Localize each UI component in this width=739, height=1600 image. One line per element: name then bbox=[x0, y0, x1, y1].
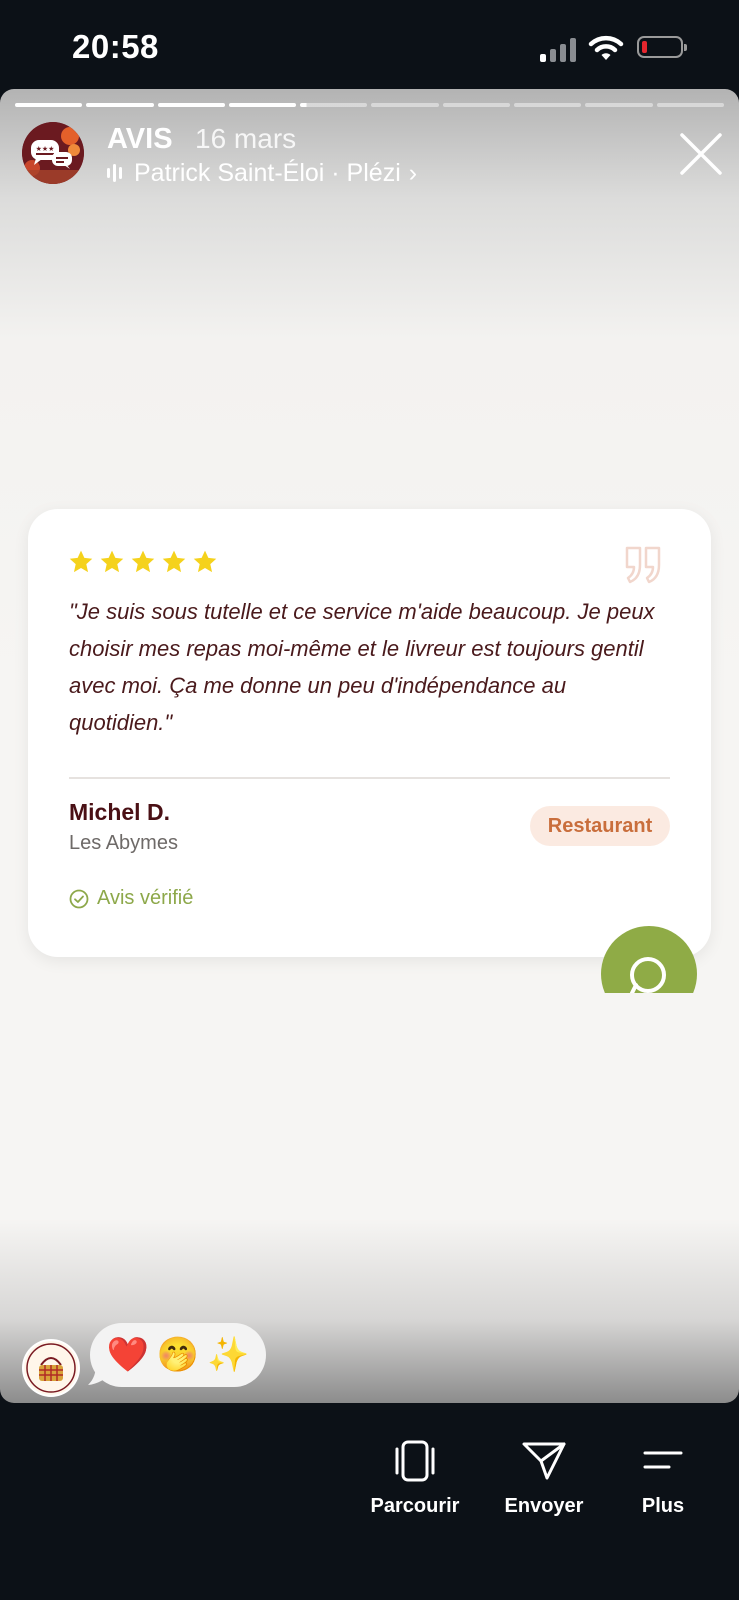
svg-text:★★★: ★★★ bbox=[36, 145, 55, 153]
reaction-bubble[interactable]: ❤️ 🤭 ✨ bbox=[90, 1323, 266, 1387]
more-label: Plus bbox=[641, 1495, 685, 1517]
battery-level bbox=[642, 41, 647, 53]
account-name[interactable]: AVIS bbox=[107, 123, 173, 156]
reviewer-name: Michel D. bbox=[69, 799, 170, 825]
progress-segment bbox=[585, 103, 653, 107]
battery-icon bbox=[637, 36, 687, 58]
check-circle-icon bbox=[69, 889, 89, 908]
bottom-nav: Parcourir Envoyer Plus bbox=[0, 1403, 739, 1600]
category-badge: Restaurant bbox=[530, 806, 670, 846]
music-label: Patrick Saint-Éloi · Plézi bbox=[134, 158, 401, 187]
star-icon bbox=[69, 550, 93, 573]
review-card: "Je suis sous tutelle et ce service m'ai… bbox=[28, 509, 711, 957]
story-progress-bar bbox=[15, 103, 724, 107]
progress-segment bbox=[442, 103, 511, 107]
progress-segment bbox=[157, 103, 225, 107]
progress-segment bbox=[300, 103, 368, 107]
progress-segment bbox=[514, 103, 582, 107]
send-label: Envoyer bbox=[504, 1495, 584, 1517]
music-attribution[interactable]: Patrick Saint-Éloi · Plézi › bbox=[107, 156, 417, 190]
star-rating bbox=[68, 549, 218, 575]
account-avatar[interactable]: ★★★ bbox=[22, 122, 84, 184]
viewer-avatar[interactable] bbox=[24, 1341, 78, 1395]
review-bubbles-icon: ★★★ bbox=[22, 122, 84, 184]
verified-label: Avis vérifié bbox=[69, 887, 193, 910]
wifi-icon bbox=[588, 35, 624, 60]
browse-button[interactable]: Parcourir bbox=[350, 1439, 480, 1518]
hand-over-mouth-emoji: 🤭 bbox=[156, 1336, 200, 1374]
status-bar: 20:58 bbox=[0, 0, 739, 90]
audio-bars-icon bbox=[107, 164, 122, 182]
review-quote: "Je suis sous tutelle et ce service m'ai… bbox=[69, 599, 655, 735]
story-viewer[interactable]: ★★★ AVIS 16 mars Patrick Saint-Éloi · Pl… bbox=[0, 89, 739, 1403]
menu-icon bbox=[643, 1451, 683, 1469]
cellular-signal-icon bbox=[540, 36, 578, 62]
star-icon bbox=[100, 550, 124, 573]
send-button[interactable]: Envoyer bbox=[479, 1439, 609, 1518]
basket-logo-icon bbox=[24, 1341, 78, 1395]
progress-segment bbox=[371, 103, 439, 107]
star-icon bbox=[131, 550, 155, 573]
progress-segment bbox=[15, 103, 83, 107]
progress-segment bbox=[228, 103, 297, 107]
heart-emoji: ❤️ bbox=[106, 1336, 149, 1374]
more-button[interactable]: Plus bbox=[598, 1439, 728, 1518]
divider bbox=[69, 777, 670, 779]
browse-label: Parcourir bbox=[370, 1495, 460, 1517]
verified-text: Avis vérifié bbox=[97, 887, 194, 909]
sparkles-emoji: ✨ bbox=[207, 1336, 250, 1374]
progress-segment bbox=[86, 103, 154, 107]
chat-bubble-button[interactable] bbox=[600, 925, 698, 993]
close-icon[interactable] bbox=[678, 131, 724, 177]
status-time: 20:58 bbox=[72, 28, 159, 65]
send-icon bbox=[522, 1442, 566, 1480]
star-icon bbox=[162, 550, 186, 573]
reviewer-location: Les Abymes bbox=[69, 832, 178, 854]
story-date: 16 mars bbox=[195, 123, 297, 154]
chevron-right-icon: › bbox=[408, 158, 418, 187]
star-icon bbox=[193, 550, 217, 573]
progress-segment bbox=[656, 103, 724, 107]
browse-icon bbox=[395, 1440, 435, 1482]
quote-icon bbox=[625, 546, 661, 584]
